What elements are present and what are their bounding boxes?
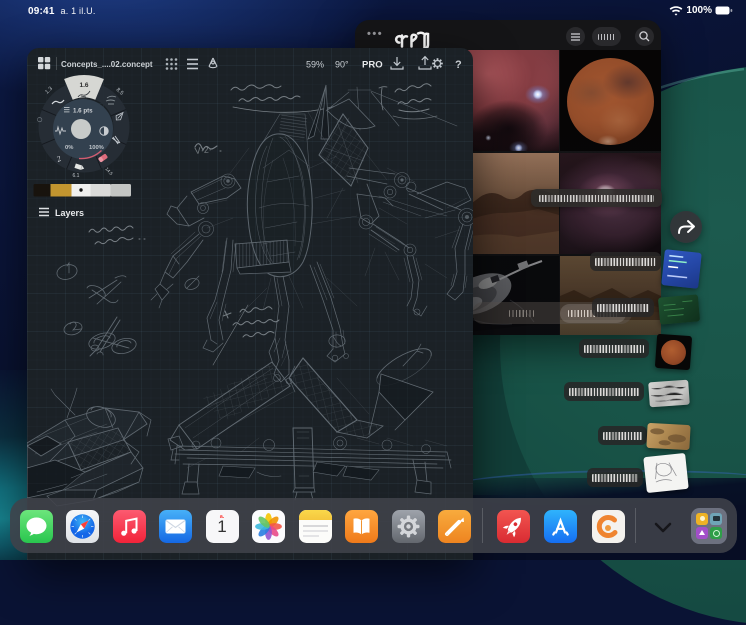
svg-text:1.6: 1.6 — [79, 82, 88, 89]
svg-text:0%: 0% — [65, 145, 73, 151]
svg-text:Layers: Layers — [55, 208, 84, 218]
svg-text:100%: 100% — [89, 145, 104, 151]
svg-text:14.5: 14.5 — [104, 166, 114, 176]
svg-text:1.3: 1.3 — [44, 86, 54, 96]
svg-text:6.1: 6.1 — [73, 173, 80, 179]
svg-text:1.6 pts: 1.6 pts — [73, 108, 93, 115]
svg-text:V·2·: V·2· — [194, 144, 212, 156]
